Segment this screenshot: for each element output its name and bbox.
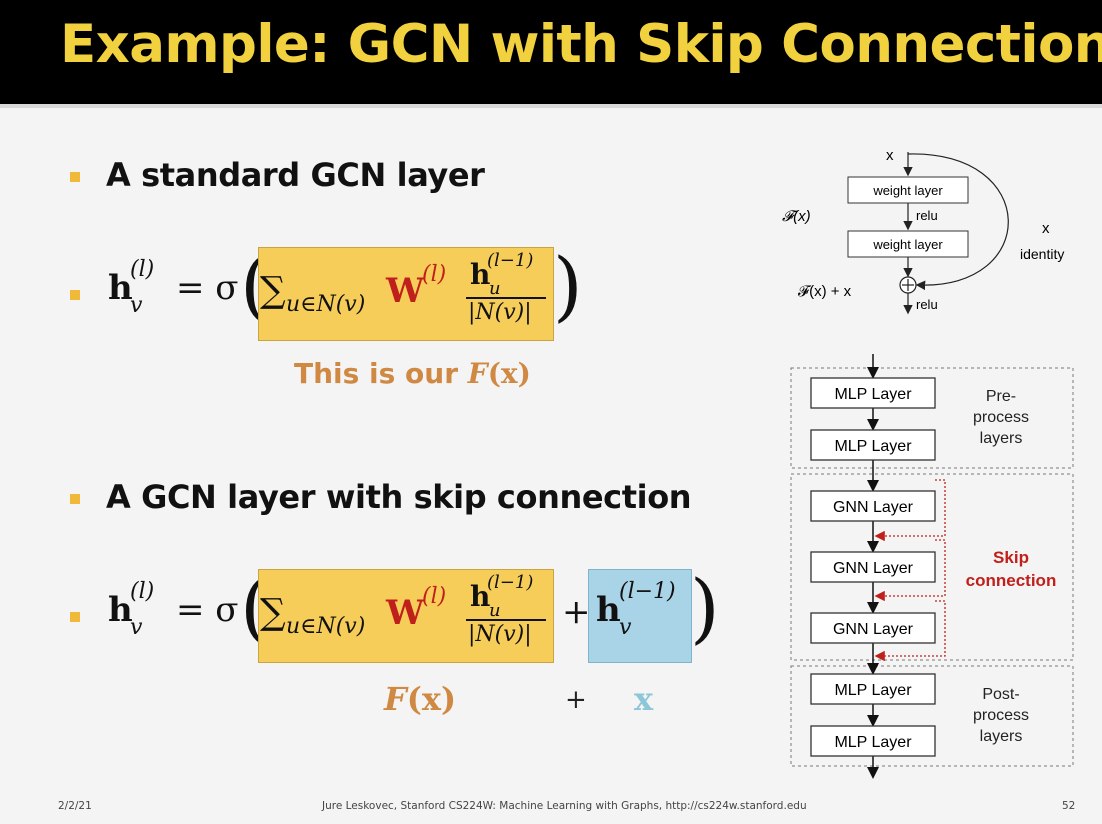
eq2-den: |N(v)| — [468, 622, 532, 647]
skip-label-line: Skip — [993, 548, 1029, 567]
eq2-fraction-bar — [466, 619, 546, 621]
eq2-num-sub: u — [489, 600, 501, 621]
bullet-icon — [70, 494, 80, 504]
postprocess-label-line: process — [973, 707, 1029, 724]
eq2-sum: ∑ — [260, 592, 286, 633]
eq2-skip-h: h — [596, 590, 621, 630]
eq2-skip-sub: v — [619, 615, 632, 640]
eq1-num-sup: (l−1) — [487, 250, 534, 271]
relu-1-label: relu — [916, 208, 938, 223]
footer-credit: Jure Leskovec, Stanford CS224W: Machine … — [322, 800, 807, 812]
resnet-block-diagram: x weight layer relu 𝓕(x) weight layer re… — [782, 147, 1064, 315]
eq1-h-sup: (l) — [130, 257, 155, 282]
eq1-W: W — [386, 271, 425, 311]
postprocess-label-line: layers — [980, 728, 1023, 745]
weight-layer-2-label: weight layer — [872, 237, 943, 252]
eq1-W-sup: (l) — [422, 262, 447, 287]
eq1-close-paren: ) — [553, 241, 583, 330]
mlp-layer-label: MLP Layer — [834, 438, 912, 455]
identity-label: identity — [1020, 246, 1064, 262]
fx-diagram-label: 𝓕(x) — [782, 208, 811, 225]
eq2-h-sub: v — [130, 615, 143, 640]
x-label: x — [634, 680, 654, 718]
preprocess-label-line: Pre- — [986, 388, 1016, 405]
eq1-eq-sigma: = σ — [176, 268, 239, 308]
gnn-architecture-diagram: MLP Layer MLP Layer GNN Layer GNN Layer … — [790, 354, 1074, 779]
bullet-icon — [70, 172, 80, 182]
eq2-eq-sigma: = σ — [176, 590, 239, 630]
identity-x-label: x — [1042, 220, 1050, 237]
slide: Example: GCN with Skip Connections A sta… — [0, 0, 1102, 824]
bullet-icon — [70, 612, 80, 622]
resnet-input-x: x — [886, 147, 894, 164]
eq2-skip-sup: (l−1) — [619, 579, 676, 604]
preprocess-label-line: process — [973, 409, 1029, 426]
eq1-num-sub: u — [489, 278, 501, 299]
plus-label: + — [565, 685, 587, 715]
eq2-W-sup: (l) — [422, 584, 447, 609]
fx-caption: This is our F(x) — [294, 357, 531, 390]
eq1-h-sub: v — [130, 293, 143, 318]
title-bar: Example: GCN with Skip Connections — [0, 0, 1102, 104]
gnn-layer-label: GNN Layer — [833, 499, 914, 516]
bullet-icon — [70, 290, 80, 300]
eq1-sum: ∑ — [260, 270, 286, 311]
section2-heading: A GCN layer with skip connection — [106, 478, 692, 516]
preprocess-label-line: layers — [980, 430, 1023, 447]
fx-label: F(x) — [384, 680, 457, 718]
eq2-W: W — [386, 593, 425, 633]
mlp-layer-label: MLP Layer — [834, 386, 912, 403]
eq2-num-sup: (l−1) — [487, 572, 534, 593]
eq1-den: |N(v)| — [468, 300, 532, 325]
eq1-sum-sub: u∈N(v) — [286, 292, 366, 317]
eq2-sum-sub: u∈N(v) — [286, 614, 366, 639]
postprocess-label-line: Post- — [982, 686, 1019, 703]
skip-label-line: connection — [966, 571, 1057, 590]
title-divider — [0, 104, 1102, 108]
gnn-layer-label: GNN Layer — [833, 560, 914, 577]
fx-plus-x-label: 𝓕(x) + x — [798, 283, 852, 300]
section1-heading: A standard GCN layer — [106, 156, 485, 194]
mlp-layer-label: MLP Layer — [834, 682, 912, 699]
footer-page-number: 52 — [1062, 800, 1076, 812]
relu-2-label: relu — [916, 297, 938, 312]
eq2-plus: + — [562, 592, 591, 632]
eq2-h-sup: (l) — [130, 579, 155, 604]
gnn-layer-label: GNN Layer — [833, 621, 914, 638]
eq1-fraction-bar — [466, 297, 546, 299]
footer-date: 2/2/21 — [58, 800, 92, 812]
eq2-close-paren: ) — [690, 563, 720, 652]
weight-layer-1-label: weight layer — [872, 183, 943, 198]
mlp-layer-label: MLP Layer — [834, 734, 912, 751]
slide-title: Example: GCN with Skip Connections — [60, 14, 1102, 75]
